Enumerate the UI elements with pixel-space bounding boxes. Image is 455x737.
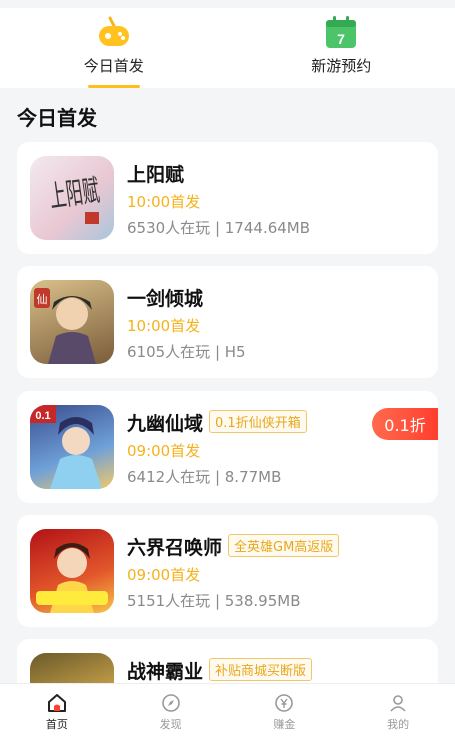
game-tag: 0.1折仙侠开箱 [209, 410, 307, 433]
launch-time: 10:00首发 [127, 193, 201, 211]
user-icon [390, 695, 406, 712]
game-icon [30, 529, 114, 613]
game-card[interactable]: 仙 一剑倾城 10:00首发 6105人在玩 | H5 [17, 266, 438, 378]
top-tab-bar: 今日首发 7 新游预约 [0, 8, 455, 88]
game-name: 一剑倾城 [127, 288, 204, 310]
game-meta: 6530人在玩 | 1744.64MB [127, 219, 311, 237]
game-name: 九幽仙域 0.1折仙侠开箱 [127, 409, 307, 436]
launch-time: 09:00首发 [127, 442, 201, 460]
svg-text:0.1: 0.1 [35, 410, 50, 422]
yen-coin-icon [275, 694, 294, 712]
game-card[interactable]: 六界召唤师 全英雄GM高返版 09:00首发 5151人在玩 | 538.95MB [17, 515, 438, 627]
section-title: 今日首发 [17, 106, 97, 130]
tab-today-launch[interactable]: 今日首发 [0, 8, 228, 88]
game-name: 上阳赋 [127, 164, 185, 186]
nav-label: 首页 [45, 718, 68, 731]
compass-icon [161, 694, 180, 712]
bottom-nav: 首页 发现 赚金 我的 [0, 683, 455, 737]
game-icon: 上阳赋 [30, 156, 114, 240]
tab-label: 今日首发 [83, 57, 144, 75]
game-name: 六界召唤师 全英雄GM高返版 [127, 533, 340, 560]
nav-label: 我的 [387, 718, 410, 731]
tab-active-indicator [87, 85, 140, 88]
home-icon [47, 694, 66, 712]
nav-item-earn[interactable]: 赚金 [228, 684, 342, 737]
svg-text:仙: 仙 [37, 293, 48, 306]
game-icon: 0.1 [30, 405, 114, 489]
calendar-icon: 7 [326, 16, 357, 48]
nav-label: 赚金 [273, 718, 296, 731]
calendar-day: 7 [337, 31, 345, 47]
launch-time: 09:00首发 [127, 566, 201, 584]
game-meta: 6412人在玩 | 8.77MB [127, 468, 282, 486]
launch-time: 10:00首发 [127, 317, 201, 335]
nav-item-profile[interactable]: 我的 [341, 684, 455, 737]
discount-badge[interactable]: 0.1折 [372, 408, 438, 440]
nav-label: 发现 [159, 718, 182, 731]
tab-new-game-reservation[interactable]: 7 新游预约 [228, 8, 455, 88]
nav-item-discover[interactable]: 发现 [114, 684, 228, 737]
nav-item-home[interactable]: 首页 [0, 684, 114, 737]
game-meta: 5151人在玩 | 538.95MB [127, 592, 301, 610]
game-tag: 全英雄GM高返版 [228, 534, 340, 557]
tab-label: 新游预约 [311, 57, 372, 75]
game-meta: 6105人在玩 | H5 [127, 343, 246, 361]
game-card[interactable]: 0.1 九幽仙域 0.1折仙侠开箱 09:00首发 6412人在玩 | 8.77M… [17, 391, 438, 503]
game-card[interactable]: 上阳赋 上阳赋 10:00首发 6530人在玩 | 1744.64MB [17, 142, 438, 254]
svg-text:上阳赋: 上阳赋 [47, 173, 101, 215]
gamepad-icon [98, 16, 129, 46]
game-name: 战神霸业 补贴商城买断版 [127, 657, 313, 684]
game-tag: 补贴商城买断版 [209, 658, 313, 681]
game-icon: 仙 [30, 280, 114, 364]
